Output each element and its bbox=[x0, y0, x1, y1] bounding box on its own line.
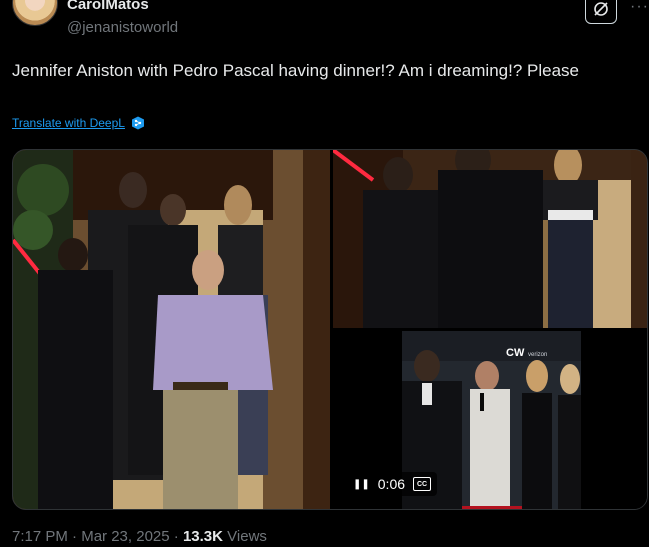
author-handle[interactable]: @jenanistoworld bbox=[67, 19, 178, 36]
photo-group-closeup[interactable] bbox=[333, 150, 647, 328]
pause-icon[interactable]: ❚❚ bbox=[353, 479, 370, 490]
translate-label: Translate with DeepL bbox=[12, 116, 125, 130]
avatar[interactable] bbox=[12, 0, 58, 26]
meta-separator: · bbox=[173, 528, 179, 545]
captions-icon[interactable]: CC bbox=[413, 477, 432, 491]
video-player[interactable]: CW verizon ❚❚ 0:06 CC bbox=[333, 331, 647, 509]
tweet-time[interactable]: 7:17 PM bbox=[12, 528, 68, 545]
media-grid: CW verizon ❚❚ 0:06 CC bbox=[12, 149, 648, 510]
photo-restaurant-group[interactable] bbox=[13, 150, 330, 509]
grok-slash-icon bbox=[594, 2, 608, 16]
video-controls: ❚❚ 0:06 CC bbox=[347, 472, 438, 496]
tweet-date[interactable]: Mar 23, 2025 bbox=[81, 528, 169, 545]
deepl-icon bbox=[131, 116, 144, 130]
video-banner-verizon: verizon bbox=[528, 352, 547, 358]
video-time: 0:06 bbox=[377, 476, 406, 492]
views-label: Views bbox=[227, 528, 267, 545]
more-dots-icon[interactable]: ··· bbox=[630, 0, 649, 16]
views-count: 13.3K bbox=[182, 528, 223, 545]
author-display-name[interactable]: CarolMatos bbox=[67, 0, 149, 13]
tweet-meta: 7:17 PM · Mar 23, 2025 · 13.3K Views bbox=[12, 528, 267, 545]
grok-button[interactable] bbox=[585, 0, 617, 24]
video-banner-cw: CW bbox=[506, 347, 525, 359]
translate-link[interactable]: Translate with DeepL bbox=[12, 116, 145, 130]
photo-group-closeup-image bbox=[333, 150, 647, 328]
photo-restaurant-group-image bbox=[13, 150, 330, 509]
tweet-text: Jennifer Aniston with Pedro Pascal havin… bbox=[12, 61, 579, 80]
meta-separator: · bbox=[72, 528, 78, 545]
